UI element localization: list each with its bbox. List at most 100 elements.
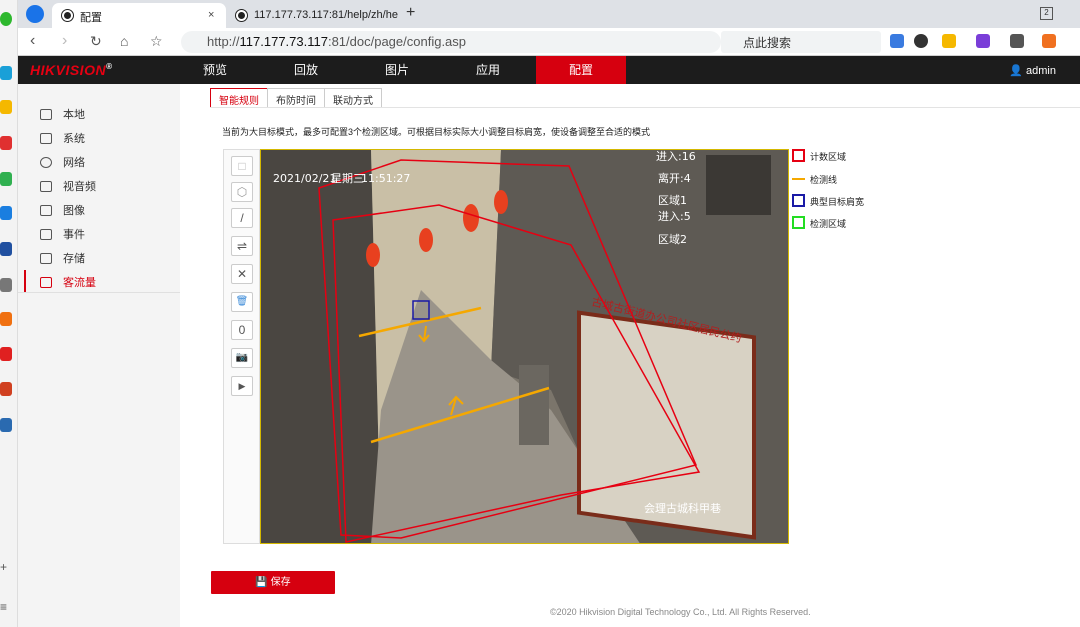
window (706, 155, 771, 215)
dock-app-icon[interactable] (0, 66, 12, 80)
record-button[interactable]: ▶ (231, 376, 253, 396)
tab-linkage-method[interactable]: 联动方式 (324, 88, 382, 108)
osd-line-region2: 区域2 (658, 233, 687, 246)
delete-button[interactable]: ✕ (231, 264, 253, 284)
sidebar-divider (18, 292, 180, 293)
dock-menu-icon[interactable]: ≡ (0, 600, 7, 614)
browser-tab-config[interactable]: 配置 × (52, 3, 226, 28)
dock-app-icon[interactable] (0, 382, 12, 396)
sidebar-item-storage[interactable]: 存储 (40, 250, 85, 266)
url-field[interactable]: http://117.177.73.117:81/doc/page/config… (181, 31, 721, 53)
extension-icon[interactable] (976, 34, 990, 48)
drawing-toolbox: □ ⬡ / ⇌ ✕ 🗑 0 📷 ▶ (223, 149, 260, 544)
dock-app-icon[interactable] (0, 418, 12, 432)
tab-arming-schedule[interactable]: 布防时间 (267, 88, 325, 108)
url-host: 117.177.73.117 (239, 34, 328, 49)
osd-line-region1: 区域1 (658, 194, 687, 207)
reset-count-button[interactable]: 0 (231, 320, 253, 340)
menu-configuration[interactable]: 配置 (536, 56, 626, 84)
red-lantern (463, 204, 479, 232)
sidebar-item-local[interactable]: 本地 (40, 106, 85, 122)
swap-direction-button[interactable]: ⇌ (231, 236, 253, 256)
browser-tab-help[interactable]: 117.177.73.117:81/help/zh/he (226, 3, 400, 28)
sidebar-item-image[interactable]: 图像 (40, 202, 85, 218)
extension-icon[interactable] (1042, 34, 1056, 48)
browser-nav-icon[interactable] (26, 5, 44, 23)
search-placeholder: 点此搜索 (743, 36, 792, 50)
osd-line-region1-entered: 进入:5 (658, 210, 691, 223)
subtab-divider (210, 107, 1080, 108)
monitor-icon (40, 109, 52, 120)
osd-camera-name: 会理古城科甲巷 (644, 501, 721, 515)
video-preview[interactable]: 古城古街道办公司社区居民公约 2021/02/21 星期三 11:51:27 进… (260, 149, 789, 544)
legend-swatch (792, 216, 805, 229)
legend-swatch (792, 178, 805, 180)
browser-address-bar: ‹ › ↻ ⌂ ☆ http://117.177.73.117:81/doc/p… (18, 28, 1080, 56)
sidebar-item-event[interactable]: 事件 (40, 226, 85, 242)
tab-close-icon[interactable]: × (208, 9, 214, 21)
save-icon (40, 253, 52, 264)
extension-icon[interactable] (914, 34, 928, 48)
url-path: :81/doc/page/config.asp (327, 34, 467, 49)
user-icon: 👤 (1009, 65, 1027, 77)
sidebar-item-system[interactable]: 系统 (40, 130, 85, 146)
user-menu[interactable]: 👤 admin (1009, 64, 1056, 77)
user-name: admin (1026, 65, 1056, 77)
app-header: HIKVISION® 预览 回放 图片 应用 配置 👤 admin (18, 56, 1080, 84)
dock-app-icon[interactable] (0, 172, 12, 186)
people-counting-icon (40, 277, 52, 288)
tab-title: 配置 (80, 12, 102, 24)
extension-icon[interactable] (890, 34, 904, 48)
osd-time: 11:51:27 (361, 172, 410, 185)
osd-weekday: 星期三 (331, 172, 364, 185)
polygon-tool-button[interactable]: ⬡ (231, 182, 253, 202)
red-lantern (366, 243, 380, 267)
trash-button[interactable]: 🗑 (231, 292, 253, 312)
line-tool-button[interactable]: / (231, 208, 253, 228)
dock-app-icon[interactable] (0, 136, 12, 150)
copyright-footer: ©2020 Hikvision Digital Technology Co., … (550, 607, 811, 617)
extension-icon[interactable] (1010, 34, 1024, 48)
tab-smart-rules[interactable]: 智能规则 (210, 88, 268, 108)
dock-app-icon[interactable] (0, 12, 12, 26)
extension-icon[interactable] (942, 34, 956, 48)
forward-icon[interactable]: › (62, 32, 67, 50)
home-icon[interactable]: ⌂ (120, 33, 128, 49)
new-tab-icon[interactable]: + (406, 4, 415, 22)
sidebar-item-people-counting[interactable]: 客流量 (40, 274, 96, 290)
hikvision-logo: HIKVISION® (30, 62, 113, 78)
tab-favicon-icon (236, 10, 247, 21)
dock-app-icon[interactable] (0, 312, 12, 326)
osd-line-left: 离开:4 (658, 171, 691, 185)
legend-swatch (792, 149, 805, 162)
save-icon: 💾 (255, 577, 271, 588)
reload-icon[interactable]: ↻ (90, 33, 102, 50)
menu-picture[interactable]: 图片 (352, 56, 442, 84)
dock-app-icon[interactable] (0, 278, 12, 292)
sidebar-item-video-audio[interactable]: 视音频 (40, 178, 96, 194)
browser-tab-strip: 配置 × 117.177.73.117:81/help/zh/he + 2 (18, 0, 1080, 28)
menu-preview[interactable]: 预览 (170, 56, 260, 84)
browser-search-input[interactable]: 点此搜索 (721, 31, 881, 53)
dock-app-icon[interactable] (0, 347, 12, 361)
globe-icon (40, 157, 52, 168)
image-icon (40, 205, 52, 216)
osd-date: 2021/02/21 (273, 172, 336, 185)
dock-add-icon[interactable]: + (0, 560, 7, 574)
rectangle-tool-button[interactable]: □ (231, 156, 253, 176)
dock-app-icon[interactable] (0, 242, 12, 256)
dock-app-icon[interactable] (0, 100, 12, 114)
tab-count-icon[interactable]: 2 (1040, 7, 1053, 20)
video-scene[interactable]: 古城古街道办公司社区居民公约 2021/02/21 星期三 11:51:27 进… (261, 150, 789, 544)
menu-application[interactable]: 应用 (443, 56, 533, 84)
back-icon[interactable]: ‹ (30, 32, 35, 50)
tab-favicon-icon (62, 10, 73, 21)
bookmark-star-icon[interactable]: ☆ (150, 33, 163, 50)
sidebar-item-network[interactable]: 网络 (40, 154, 85, 170)
save-button[interactable]: 💾 保存 (211, 571, 335, 594)
menu-playback[interactable]: 回放 (261, 56, 351, 84)
sidebar-active-indicator (24, 270, 26, 292)
snapshot-button[interactable]: 📷 (231, 348, 253, 368)
dock-app-icon[interactable] (0, 206, 12, 220)
utility-box (519, 365, 549, 445)
